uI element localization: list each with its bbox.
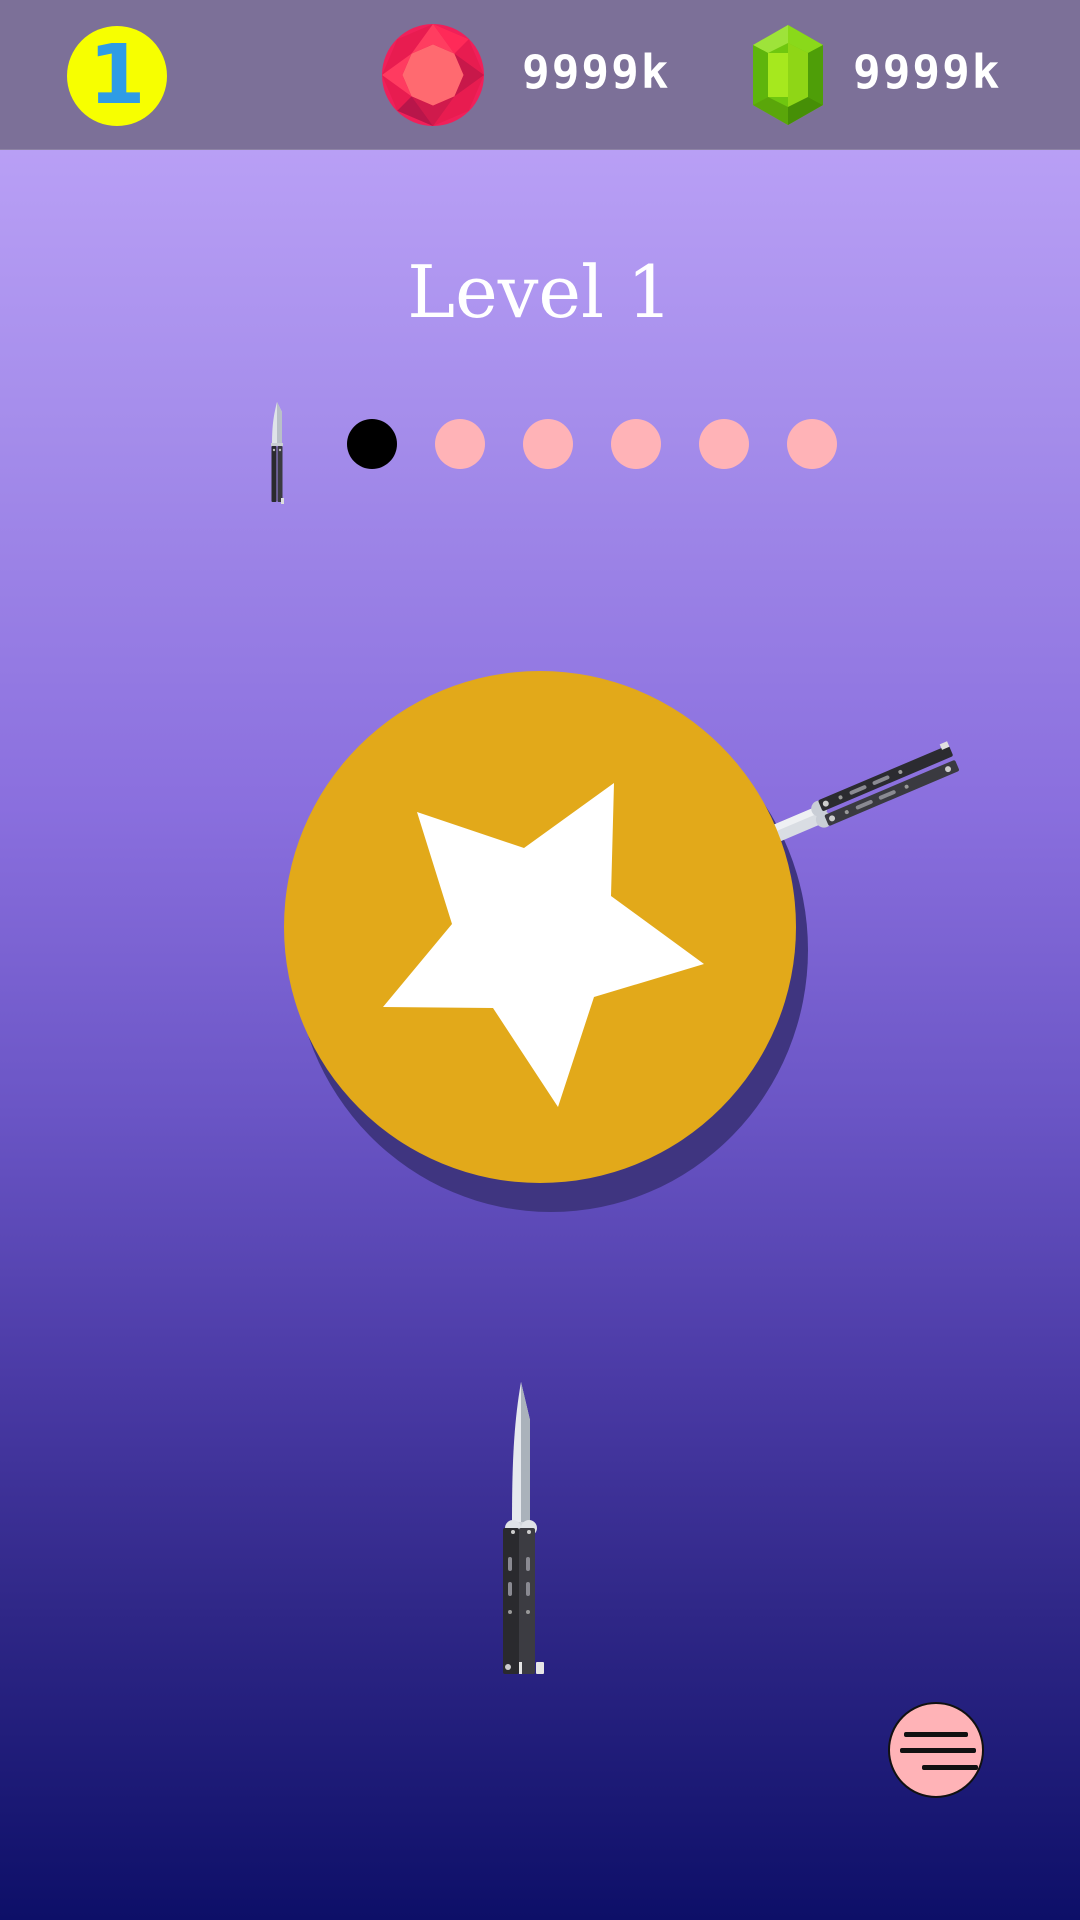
- top-hud-bar: 1 9999k 9999k: [0, 0, 1080, 150]
- stage-dot-pending: [611, 419, 661, 469]
- stage-dot-pending: [787, 419, 837, 469]
- emerald-count: 9999k: [853, 45, 1002, 99]
- stage-dot-pending: [435, 419, 485, 469]
- knife-icon: [271, 402, 284, 504]
- star-icon: [383, 783, 704, 1107]
- ruby-count: 9999k: [522, 45, 671, 99]
- level-badge-number: 1: [88, 28, 146, 123]
- level-title: Level 1: [407, 250, 673, 334]
- emerald-gem-icon: [753, 25, 823, 125]
- level-badge: 1: [67, 26, 167, 126]
- stage-dot-pending: [523, 419, 573, 469]
- throwing-knife[interactable]: [496, 1382, 546, 1678]
- target-wheel: [284, 671, 796, 1183]
- stage-dot-pending: [699, 419, 749, 469]
- stage-dot-current: [347, 419, 397, 469]
- ruby-gem-icon: [382, 24, 484, 126]
- menu-button[interactable]: [888, 1702, 984, 1798]
